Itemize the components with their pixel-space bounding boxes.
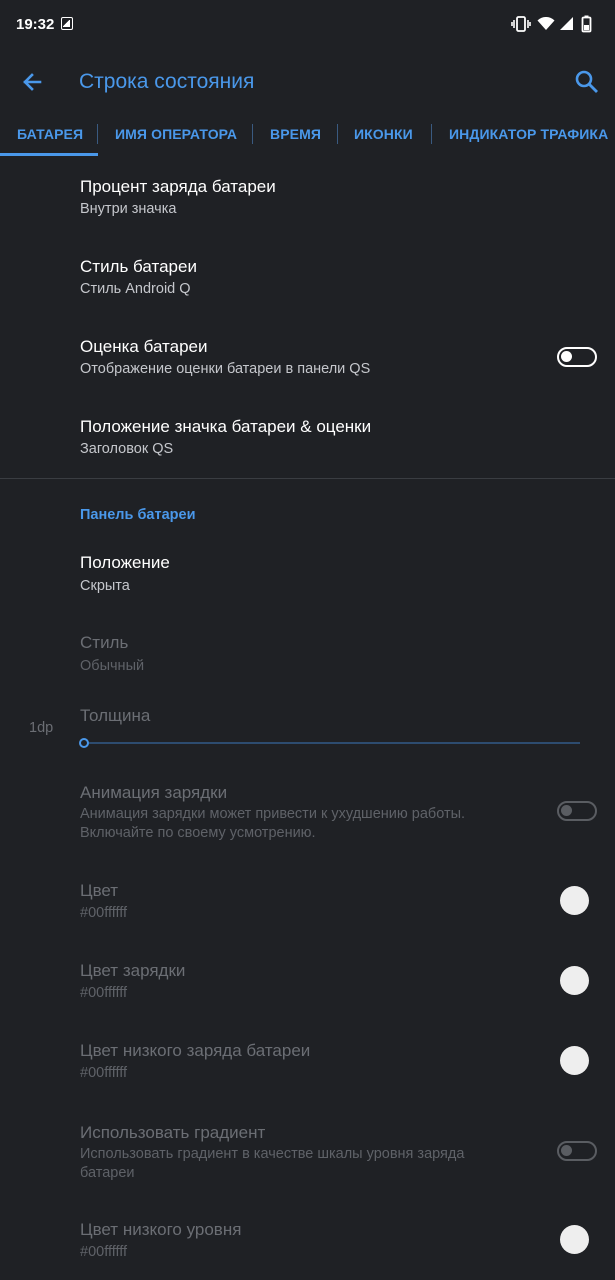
color-swatch[interactable] xyxy=(560,886,589,915)
setting-title: Цвет xyxy=(80,881,119,900)
setting-title: Цвет зарядки xyxy=(80,961,186,980)
setting-charge-animation: Анимация зарядки Анимация зарядки может … xyxy=(0,766,615,862)
setting-bar-color: Цвет #00ffffff xyxy=(0,862,615,942)
setting-subtitle: #00ffffff xyxy=(80,1065,128,1081)
tab-bar: БАТАРЕЯ ИМЯ ОПЕРАТОРА ВРЕМЯ ИКОНКИ ИНДИК… xyxy=(0,114,615,156)
setting-title: Цвет низкого уровня xyxy=(80,1220,242,1239)
battery-icon xyxy=(581,15,592,33)
signal-icon xyxy=(560,17,573,30)
page-title: Строка состояния xyxy=(79,70,255,93)
switch-knob xyxy=(561,351,572,362)
setting-low-level-color: Цвет низкого уровня #00ffffff xyxy=(0,1200,615,1280)
tab-time[interactable]: ВРЕМЯ xyxy=(270,126,321,142)
status-icons xyxy=(511,15,601,35)
setting-use-gradient: Использовать градиент Использовать гради… xyxy=(0,1102,615,1200)
setting-subtitle: Анимация зарядки может привести к ухудше… xyxy=(80,806,466,822)
thickness-slider-track[interactable] xyxy=(88,742,580,744)
search-icon[interactable] xyxy=(573,68,601,96)
app-bar: Строка состояния xyxy=(0,52,615,114)
setting-title: Цвет низкого заряда батареи xyxy=(80,1041,311,1060)
setting-subtitle: Скрыта xyxy=(80,578,130,594)
setting-subtitle: Обычный xyxy=(80,658,145,674)
active-tab-indicator xyxy=(0,153,98,156)
setting-charging-color: Цвет зарядки #00ffffff xyxy=(0,942,615,1022)
setting-subtitle: Отображение оценки батареи в панели QS xyxy=(80,361,371,377)
tab-separator xyxy=(252,124,253,144)
setting-title: Стиль xyxy=(80,633,129,652)
tab-separator xyxy=(431,124,432,144)
wifi-icon xyxy=(537,17,555,30)
switch-knob xyxy=(561,1145,572,1156)
color-swatch[interactable] xyxy=(560,966,589,995)
setting-battery-estimate[interactable]: Оценка батареи Отображение оценки батаре… xyxy=(0,320,615,400)
tab-operator-name[interactable]: ИМЯ ОПЕРАТОРА xyxy=(115,126,237,142)
battery-estimate-switch[interactable] xyxy=(557,347,597,367)
color-swatch[interactable] xyxy=(560,1225,589,1254)
setting-battery-icon-position[interactable]: Положение значка батареи & оценки Заголо… xyxy=(0,400,615,478)
setting-subtitle: #00ffffff xyxy=(80,905,128,921)
vibrate-icon xyxy=(511,16,531,32)
tab-battery[interactable]: БАТАРЕЯ xyxy=(17,126,83,142)
setting-subtitle: #00ffffff xyxy=(80,1244,128,1260)
setting-title: Оценка батареи xyxy=(80,337,208,356)
tab-traffic-indicator[interactable]: ИНДИКАТОР ТРАФИКА xyxy=(449,126,608,142)
setting-subtitle: Включайте по своему усмотрению. xyxy=(80,825,316,841)
setting-title: Анимация зарядки xyxy=(80,783,228,802)
setting-title: Процент заряда батареи xyxy=(80,177,276,196)
setting-subtitle: #00ffffff xyxy=(80,985,128,1001)
setting-title: Положение xyxy=(80,553,170,572)
setting-subtitle: Стиль Android Q xyxy=(80,281,191,297)
section-divider xyxy=(0,478,615,479)
setting-title: Стиль батареи xyxy=(80,257,197,276)
setting-subtitle: батареи xyxy=(80,1165,135,1181)
status-bar: 19:32 xyxy=(0,0,615,52)
thickness-value: 1dp xyxy=(29,720,54,736)
setting-low-battery-color: Цвет низкого заряда батареи #00ffffff xyxy=(0,1022,615,1102)
setting-subtitle: Использовать градиент в качестве шкалы у… xyxy=(80,1146,465,1162)
tab-separator xyxy=(337,124,338,144)
use-gradient-switch[interactable] xyxy=(557,1141,597,1161)
setting-bar-thickness: Толщина xyxy=(0,696,615,766)
charge-animation-switch[interactable] xyxy=(557,801,597,821)
color-swatch[interactable] xyxy=(560,1046,589,1075)
setting-battery-style[interactable]: Стиль батареи Стиль Android Q xyxy=(0,240,615,320)
setting-subtitle: Заголовок QS xyxy=(80,441,174,457)
setting-bar-position[interactable]: Положение Скрыта xyxy=(0,536,615,616)
tab-icons[interactable]: ИКОНКИ xyxy=(354,126,413,142)
thickness-slider-thumb[interactable] xyxy=(79,738,89,748)
setting-title: Положение значка батареи & оценки xyxy=(80,417,372,436)
arrow-left-icon[interactable] xyxy=(16,66,48,98)
setting-bar-style: Стиль Обычный xyxy=(0,616,615,696)
setting-battery-percent[interactable]: Процент заряда батареи Внутри значка xyxy=(0,160,615,240)
photo-notification-icon xyxy=(61,17,73,30)
setting-title: Толщина xyxy=(80,706,151,725)
setting-subtitle: Внутри значка xyxy=(80,201,177,217)
category-header: Панель батареи xyxy=(80,507,196,523)
switch-knob xyxy=(561,805,572,816)
status-time: 19:32 xyxy=(16,16,55,33)
setting-title: Использовать градиент xyxy=(80,1123,266,1142)
tab-separator xyxy=(97,124,98,144)
